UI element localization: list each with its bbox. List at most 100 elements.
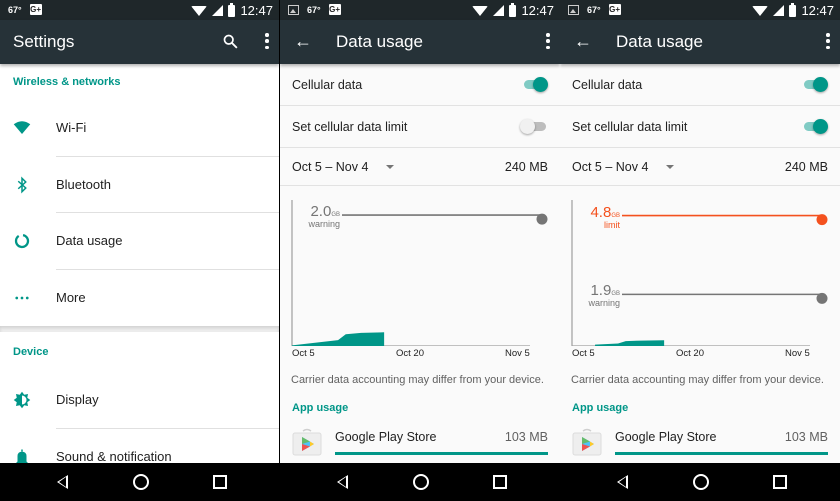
set-data-limit-label: Set cellular data limit <box>572 120 688 134</box>
threshold-handle-warning <box>536 213 548 225</box>
section-header-device: Device <box>13 346 49 358</box>
cellular-data-toggle[interactable] <box>804 77 828 92</box>
overflow-menu-icon[interactable] <box>826 33 830 49</box>
gallery-icon <box>288 4 299 15</box>
threshold-unit: GB <box>611 212 620 219</box>
app-bar: Settings <box>0 20 279 64</box>
app-name: Google Play Store <box>615 430 717 444</box>
settings-item-label: Data usage <box>56 233 123 248</box>
app-usage-header: App usage <box>292 402 349 414</box>
carrier-disclaimer: Carrier data accounting may differ from … <box>291 374 544 386</box>
cellular-data-row[interactable]: Cellular data <box>560 64 840 106</box>
threshold-label-warning: 2.0GB warning <box>294 203 340 229</box>
nav-recents-icon[interactable] <box>773 475 787 489</box>
set-data-limit-toggle[interactable] <box>520 119 546 134</box>
x-tick-label: Oct 20 <box>676 348 704 359</box>
app-usage-bar-track <box>335 452 548 455</box>
data-usage-content: Cellular data Set cellular data limit Oc… <box>560 64 840 456</box>
x-tick-label: Oct 20 <box>396 348 424 359</box>
nav-recents-icon[interactable] <box>493 475 507 489</box>
play-store-icon <box>572 428 602 456</box>
set-data-limit-row[interactable]: Set cellular data limit <box>560 106 840 148</box>
section-header-wireless: Wireless & networks <box>13 76 121 88</box>
play-store-icon <box>292 428 322 456</box>
threshold-label-limit: 4.8GB limit <box>574 204 620 230</box>
set-data-limit-label: Set cellular data limit <box>292 120 408 134</box>
navigation-bar <box>560 463 840 501</box>
settings-item-display[interactable]: Display <box>0 372 279 429</box>
cellular-data-row[interactable]: Cellular data <box>280 64 560 106</box>
weather-temperature: 67° <box>587 4 601 15</box>
cell-signal-icon <box>493 5 505 16</box>
usage-chart: Oct 5 Oct 20 Nov 5 2.0GB warning <box>280 196 560 371</box>
app-usage-header: App usage <box>572 402 629 414</box>
nav-home-icon[interactable] <box>133 474 149 490</box>
cell-signal-icon <box>212 5 224 16</box>
settings-item-label: Display <box>56 392 99 407</box>
threshold-type: warning <box>588 298 620 309</box>
app-usage-bar <box>615 452 828 455</box>
cell-signal-icon <box>773 5 785 16</box>
nav-home-icon[interactable] <box>693 474 709 490</box>
x-tick-label: Oct 5 <box>572 348 595 359</box>
nav-back-icon[interactable] <box>337 475 348 489</box>
overflow-menu-icon[interactable] <box>546 33 550 49</box>
app-usage-item[interactable]: Google Play Store 103 MB <box>280 422 560 462</box>
settings-screen: 67° G+ 12:47 Settings Wireless & network… <box>0 0 279 501</box>
cellular-data-toggle[interactable] <box>524 77 548 92</box>
wifi-icon <box>752 5 769 16</box>
billing-cycle-row: Oct 5 – Nov 4 240 MB <box>560 148 840 186</box>
page-title: Data usage <box>616 32 703 51</box>
google-plus-icon: G+ <box>328 4 341 15</box>
dropdown-arrow-icon[interactable] <box>386 165 394 169</box>
back-arrow-icon[interactable]: ← <box>574 32 592 50</box>
google-plus-icon: G+ <box>29 4 42 15</box>
app-name: Google Play Store <box>335 430 437 444</box>
wifi-icon <box>472 5 489 16</box>
set-data-limit-toggle[interactable] <box>804 119 828 134</box>
back-arrow-icon[interactable]: ← <box>294 32 312 50</box>
usage-chart: Oct 5 Oct 20 Nov 5 4.8GB limit 1.9GB warnin… <box>560 196 840 371</box>
settings-item-label: Wi-Fi <box>56 120 87 135</box>
clock: 12:47 <box>240 3 273 18</box>
battery-icon <box>789 2 797 17</box>
search-icon[interactable] <box>222 33 239 50</box>
app-bar: ← Data usage <box>280 20 560 64</box>
battery-icon <box>228 2 236 17</box>
nav-back-icon[interactable] <box>617 475 628 489</box>
settings-item-bluetooth[interactable]: Bluetooth <box>0 157 279 213</box>
settings-item-more[interactable]: More <box>0 270 279 327</box>
x-tick-label: Nov 5 <box>505 348 530 359</box>
nav-home-icon[interactable] <box>413 474 429 490</box>
app-data-size: 103 MB <box>504 430 548 444</box>
total-usage: 240 MB <box>504 160 548 174</box>
more-horiz-icon <box>15 296 29 299</box>
nav-back-icon[interactable] <box>57 475 68 489</box>
settings-item-label: More <box>56 289 86 305</box>
status-bar: 67° G+ 12:47 <box>0 0 279 20</box>
app-usage-item[interactable]: Google Play Store 103 MB <box>560 422 840 462</box>
settings-item-wifi[interactable]: Wi-Fi <box>0 100 279 157</box>
threshold-value: 1.9 <box>590 282 612 300</box>
carrier-disclaimer: Carrier data accounting may differ from … <box>571 374 824 386</box>
billing-cycle-dropdown[interactable]: Oct 5 – Nov 4 <box>572 160 648 174</box>
usage-area <box>595 340 665 346</box>
billing-cycle-dropdown[interactable]: Oct 5 – Nov 4 <box>292 160 368 174</box>
settings-item-data-usage[interactable]: Data usage <box>0 213 279 270</box>
threshold-value: 4.8 <box>590 203 612 221</box>
set-data-limit-row[interactable]: Set cellular data limit <box>280 106 560 148</box>
threshold-value: 2.0 <box>310 203 332 221</box>
google-plus-icon: G+ <box>608 4 621 15</box>
status-bar: 67° G+ 12:47 <box>560 0 840 20</box>
weather-temperature: 67° <box>8 4 22 15</box>
wifi-icon <box>13 121 31 134</box>
dropdown-arrow-icon[interactable] <box>666 165 674 169</box>
brightness-icon <box>13 391 31 409</box>
cellular-data-label: Cellular data <box>292 78 363 92</box>
gallery-icon <box>568 4 579 15</box>
nav-recents-icon[interactable] <box>213 475 227 489</box>
status-bar: 67° G+ 12:47 <box>280 0 560 20</box>
page-title: Data usage <box>336 32 423 51</box>
overflow-menu-icon[interactable] <box>265 33 269 49</box>
threshold-handle-limit <box>816 214 828 226</box>
